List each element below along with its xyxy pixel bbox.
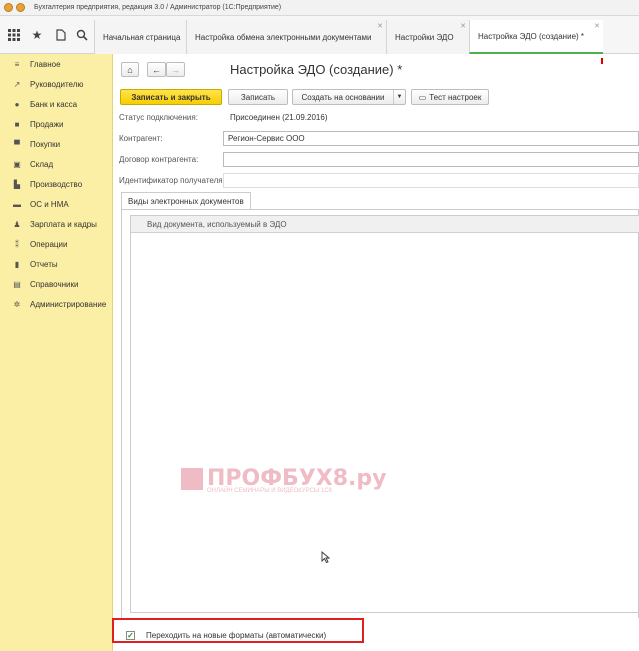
- create-based-on-label: Создать на основании: [301, 92, 385, 102]
- history-icon[interactable]: [52, 27, 68, 43]
- sidebar-item-main[interactable]: ≡ Главное: [0, 54, 113, 74]
- window-title: Бухгалтерия предприятия, редакция 3.0 / …: [34, 4, 282, 11]
- sidebar: ≡ Главное ↗ Руководителю ● Банк и касса …: [0, 54, 113, 651]
- sidebar-item-reports[interactable]: ▮ Отчеты: [0, 254, 113, 274]
- sidebar-item-sales[interactable]: ■ Продажи: [0, 114, 113, 134]
- create-based-on-button[interactable]: Создать на основании ▼: [292, 89, 406, 105]
- search-icon[interactable]: [74, 27, 90, 43]
- watermark-logo-icon: [181, 467, 203, 490]
- coins-icon: ●: [14, 99, 20, 109]
- book-icon: ▤: [13, 279, 21, 289]
- page-title: Настройка ЭДО (создание) *: [230, 62, 403, 77]
- gear-icon: ✲: [13, 299, 21, 309]
- favorites-star-icon[interactable]: ★: [29, 27, 45, 43]
- test-settings-button[interactable]: ▭ Тест настроек: [411, 89, 489, 105]
- auto-formats-label: Переходить на новые форматы (автоматичес…: [146, 631, 327, 640]
- cart-icon: ▀: [14, 139, 20, 149]
- watermark-subtext: ОНЛАЙН СЕМИНАРЫ И ВИДЕОКУРСЫ 1С8: [207, 488, 332, 494]
- counterparty-field[interactable]: Регион-Сервис ООО: [223, 131, 639, 146]
- title-bar: Бухгалтерия предприятия, редакция 3.0 / …: [0, 0, 639, 16]
- test-icon: ▭: [418, 92, 427, 102]
- warehouse-icon: ▣: [13, 159, 21, 169]
- recipient-id-field[interactable]: [223, 173, 639, 188]
- sections-grid-icon[interactable]: [6, 27, 22, 43]
- app-menu-icon[interactable]: [16, 3, 25, 12]
- close-icon[interactable]: ✕: [594, 22, 600, 30]
- back-arrow-icon: ←: [152, 64, 161, 75]
- tab-edo-exchange-settings[interactable]: Настройка обмена электронными документам…: [186, 20, 386, 54]
- form-area: ⌂ ← → Настройка ЭДО (создание) * Записат…: [113, 54, 639, 651]
- person-icon: ♟: [13, 219, 21, 229]
- checkmark-icon: ✓: [127, 631, 134, 640]
- tab-home-page[interactable]: Начальная страница: [94, 20, 186, 54]
- trend-icon: ↗: [13, 79, 21, 89]
- tab-edo-settings-create[interactable]: Настройка ЭДО (создание) * ✕: [469, 20, 603, 54]
- sidebar-item-manager[interactable]: ↗ Руководителю: [0, 74, 113, 94]
- test-settings-label: Тест настроек: [429, 92, 482, 102]
- close-icon[interactable]: ✕: [377, 22, 383, 30]
- contract-field[interactable]: [223, 152, 639, 167]
- status-value: Присоединен (21.09.2016): [230, 113, 328, 122]
- sidebar-item-assets[interactable]: ▬ ОС и НМА: [0, 194, 113, 214]
- home-button[interactable]: ⌂: [121, 62, 139, 77]
- counterparty-label: Контрагент:: [119, 134, 163, 143]
- close-icon[interactable]: ✕: [460, 22, 466, 30]
- sidebar-item-bank[interactable]: ● Банк и касса: [0, 94, 113, 114]
- required-marker: [601, 58, 603, 64]
- bag-icon: ■: [14, 119, 20, 129]
- tab-label: Настройка обмена электронными документам…: [195, 32, 372, 42]
- back-button[interactable]: ←: [147, 62, 166, 77]
- chart-icon: ▮: [14, 259, 20, 269]
- forward-button[interactable]: →: [166, 62, 185, 77]
- document-types-table[interactable]: Вид документа, используемый в ЭДО: [130, 215, 639, 613]
- save-button[interactable]: Записать: [228, 89, 288, 105]
- status-label: Статус подключения:: [119, 113, 198, 122]
- auto-formats-checkbox[interactable]: ✓: [126, 631, 135, 640]
- operations-icon: ⁑: [15, 239, 19, 249]
- watermark: ПРОФБУХ8.ру ОНЛАЙН СЕМИНАРЫ И ВИДЕОКУРСЫ…: [181, 466, 387, 494]
- tab-edo-settings[interactable]: Настройки ЭДО ✕: [386, 20, 469, 54]
- contract-label: Договор контрагента:: [119, 155, 199, 164]
- car-icon: ▬: [13, 199, 21, 209]
- sidebar-item-purchases[interactable]: ▀ Покупки: [0, 134, 113, 154]
- save-and-close-button[interactable]: Записать и закрыть: [120, 89, 222, 105]
- mouse-cursor-icon: [321, 551, 331, 566]
- auto-formats-option: ✓ Переходить на новые форматы (автоматич…: [112, 618, 364, 643]
- sidebar-item-production[interactable]: ▙ Производство: [0, 174, 113, 194]
- tab-label: Настройки ЭДО: [395, 32, 454, 42]
- tab-document-types[interactable]: Виды электронных документов: [121, 192, 251, 210]
- forward-arrow-icon: →: [171, 64, 180, 75]
- app-logo-icon: [4, 3, 13, 12]
- factory-icon: ▙: [13, 179, 21, 189]
- tab-label: Начальная страница: [103, 32, 181, 42]
- recipient-id-label: Идентификатор получателя:: [119, 176, 225, 185]
- sidebar-item-salary[interactable]: ♟ Зарплата и кадры: [0, 214, 113, 234]
- document-types-panel: Вид документа, используемый в ЭДО: [121, 209, 639, 619]
- sidebar-item-operations[interactable]: ⁑ Операции: [0, 234, 113, 254]
- menu-icon: ≡: [14, 59, 20, 69]
- chevron-down-icon[interactable]: ▼: [393, 90, 405, 104]
- tab-label: Настройка ЭДО (создание) *: [478, 31, 585, 41]
- sidebar-item-administration[interactable]: ✲ Администрирование: [0, 294, 113, 314]
- table-header[interactable]: Вид документа, используемый в ЭДО: [131, 216, 639, 233]
- home-icon: ⌂: [127, 64, 133, 75]
- sidebar-item-directories[interactable]: ▤ Справочники: [0, 274, 113, 294]
- top-bar: ★ Начальная страница Настройка обмена эл…: [0, 16, 639, 54]
- sidebar-item-warehouse[interactable]: ▣ Склад: [0, 154, 113, 174]
